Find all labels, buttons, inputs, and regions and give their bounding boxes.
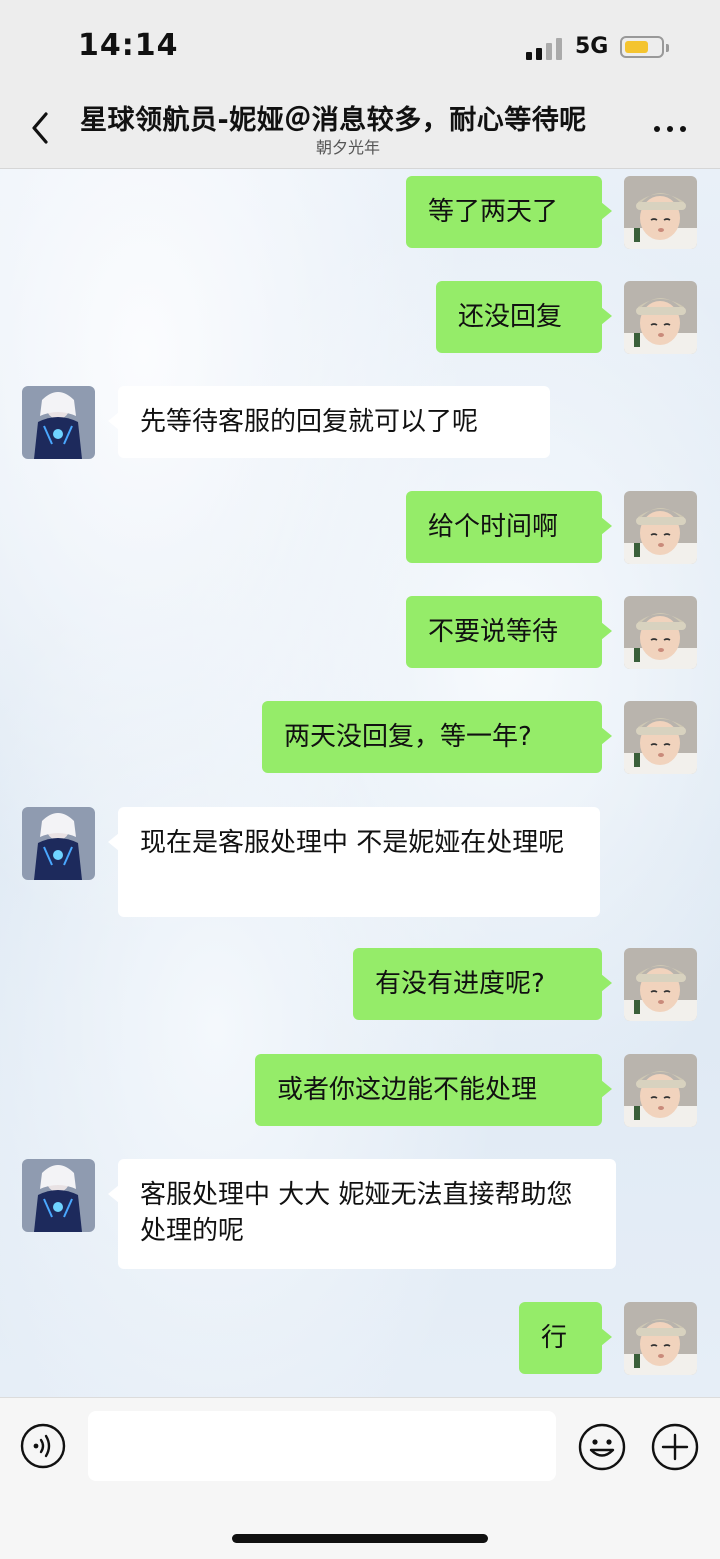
my-message-bubble[interactable]: 给个时间啊 [406, 491, 612, 563]
other-avatar[interactable] [22, 807, 95, 880]
their-message-bubble[interactable]: 客服处理中 大大 妮娅无法直接帮助您处理的呢 [108, 1159, 616, 1269]
my-avatar[interactable] [624, 1302, 697, 1375]
emoji-icon[interactable] [578, 1423, 626, 1471]
my-message-bubble[interactable]: 有没有进度呢? [353, 948, 612, 1020]
network-type: 5G [575, 34, 609, 59]
my-message-bubble[interactable]: 行 [519, 1302, 612, 1374]
voice-icon[interactable] [20, 1423, 66, 1469]
status-bar: 14:14 5G [0, 0, 720, 92]
other-avatar[interactable] [22, 1159, 95, 1232]
my-message-bubble[interactable]: 两天没回复，等一年? [262, 701, 612, 773]
chat-header: 星球领航员-妮娅＠消息较多，耐心等待呢 朝夕光年 [0, 92, 720, 169]
my-message-bubble[interactable]: 还没回复 [436, 281, 612, 353]
chat-title[interactable]: 星球领航员-妮娅＠消息较多，耐心等待呢 [80, 98, 616, 137]
battery-tip [666, 44, 669, 52]
my-avatar[interactable] [624, 948, 697, 1021]
my-message-bubble[interactable]: 或者你这边能不能处理 [255, 1054, 612, 1126]
my-avatar[interactable] [624, 491, 697, 564]
my-avatar[interactable] [624, 596, 697, 669]
their-message-bubble[interactable]: 先等待客服的回复就可以了呢 [108, 386, 550, 458]
my-avatar[interactable] [624, 281, 697, 354]
battery-icon [620, 36, 664, 58]
my-avatar[interactable] [624, 701, 697, 774]
my-avatar[interactable] [624, 1054, 697, 1127]
message-list[interactable]: 等了两天了 还没回复 先等待客服的回复就可以了呢 给个时间啊 不要说等待 两天没… [0, 169, 720, 1397]
their-message-bubble[interactable]: 现在是客服处理中 不是妮娅在处理呢 [108, 807, 600, 917]
plus-icon[interactable] [651, 1423, 699, 1471]
chat-subtitle: 朝夕光年 [315, 138, 380, 157]
my-message-bubble[interactable]: 不要说等待 [406, 596, 612, 668]
my-avatar[interactable] [624, 176, 697, 249]
my-message-bubble[interactable]: 等了两天了 [406, 176, 612, 248]
message-input[interactable] [88, 1411, 556, 1481]
more-dots-icon[interactable] [650, 114, 690, 140]
status-time: 14:14 [78, 28, 179, 63]
other-avatar[interactable] [22, 386, 95, 459]
signal-icon [526, 38, 564, 60]
input-bar [0, 1397, 720, 1559]
home-indicator[interactable] [232, 1534, 488, 1543]
